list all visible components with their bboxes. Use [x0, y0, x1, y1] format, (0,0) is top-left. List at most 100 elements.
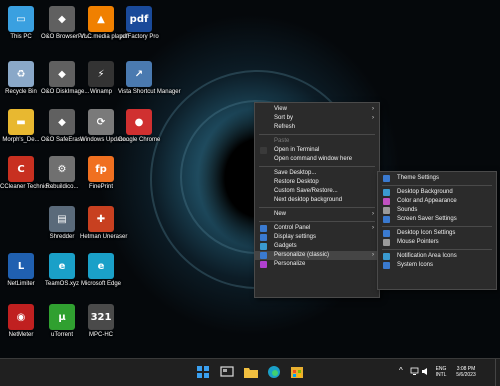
menu-item-display-settings[interactable]: Display settings: [255, 233, 379, 242]
submenu-item-notification-icons[interactable]: Notification Area Icons: [378, 252, 496, 261]
clock-date: 5/6/2023: [456, 372, 476, 378]
desktop-icon-label: This PC: [10, 34, 32, 40]
desktop-icon[interactable]: µ uTorrent: [41, 304, 83, 339]
desktop-icon[interactable]: ⚙ Rebuildico...: [41, 156, 83, 191]
desktop-icon[interactable]: C CCleaner Technici...: [0, 156, 54, 191]
submenu-item-label: Sounds: [397, 207, 418, 213]
file-explorer-icon[interactable]: [243, 364, 259, 380]
tray-chevron-icon[interactable]: ^: [399, 367, 403, 375]
desktop-icon[interactable]: ▭ This PC: [0, 6, 42, 41]
desktop-icon[interactable]: ◉ NetMeter: [0, 304, 42, 339]
hetman-icon: ✚: [88, 206, 114, 232]
show-desktop-button[interactable]: [495, 359, 500, 386]
desktop-icon[interactable]: ● Google Chrome: [118, 109, 160, 144]
windows-update-icon: ⟳: [88, 109, 114, 135]
submenu-item-system-icons[interactable]: System Icons: [378, 261, 496, 270]
menu-separator: [382, 226, 492, 227]
edge-icon: e: [88, 253, 114, 279]
menu-separator: [259, 166, 375, 167]
menu-item-control-panel[interactable]: Control Panel ›: [255, 224, 379, 233]
submenu-item-sounds[interactable]: Sounds: [378, 206, 496, 215]
language-indicator[interactable]: ENG INTL: [433, 366, 449, 378]
menu-item-label: Next desktop background: [274, 197, 343, 203]
desktop-icon[interactable]: fp FinePrint: [80, 156, 122, 191]
oo-diskimage-icon: ◆: [49, 61, 75, 87]
menu-item-restore-desktop[interactable]: Restore Desktop: [255, 178, 379, 187]
netmeter-icon: ◉: [8, 304, 34, 330]
desktop-icon-label: NetMeter: [8, 332, 34, 338]
menu-separator: [382, 185, 492, 186]
network-icon[interactable]: [410, 367, 419, 378]
submenu-item-label: Desktop Icon Settings: [397, 230, 456, 236]
store-icon[interactable]: [289, 364, 305, 380]
desktop-icon-label: Vista Shortcut Manager: [118, 89, 181, 95]
clock[interactable]: 3:08 PM 5/6/2023: [452, 366, 480, 378]
brush-icon: [260, 261, 267, 268]
submenu-item-label: Mouse Pointers: [397, 239, 439, 245]
this-pc-icon: ▭: [8, 6, 34, 32]
search-icon[interactable]: [219, 364, 235, 380]
submenu-item-screen-saver[interactable]: Screen Saver Settings: [378, 215, 496, 224]
menu-item-view[interactable]: View ›: [255, 105, 379, 114]
desktop-icon-label: CCleaner Technici...: [0, 184, 54, 190]
desktop-icon[interactable]: pdf pdfFactory Pro: [118, 6, 160, 41]
menu-item-new[interactable]: New ›: [255, 210, 379, 219]
desktop[interactable]: ▭ This PC ◆ O&O BrowserPriv... ▲ VLC media pl…: [0, 0, 500, 358]
menu-item-paste[interactable]: Paste: [255, 137, 379, 146]
desktop-icon[interactable]: ⟳ Windows Update...: [80, 109, 130, 144]
desktop-icon-label: NetLimiter: [7, 281, 35, 287]
desktop-icon[interactable]: ▬ Morph's_De...: [0, 109, 42, 144]
menu-item-label: Gadgets: [274, 243, 297, 249]
desktop-icon[interactable]: ▤ Shredder: [41, 206, 83, 241]
terminal-icon: [260, 147, 267, 154]
desktop-icon[interactable]: 321 MPC-HC: [80, 304, 122, 339]
desktop-icon[interactable]: ▲ VLC media player: [80, 6, 128, 41]
personalize-submenu: Theme Settings Desktop Background Color an…: [377, 171, 497, 290]
menu-item-label: Save Desktop...: [274, 170, 317, 176]
edge-icon: e: [49, 253, 75, 279]
submenu-item-theme-settings[interactable]: Theme Settings: [378, 174, 496, 183]
notification-icon: [383, 253, 390, 260]
desktop-icon[interactable]: L NetLimiter: [0, 253, 42, 288]
volume-icon[interactable]: [421, 367, 430, 378]
menu-item-label: View: [274, 106, 287, 112]
submenu-item-desktop-icons[interactable]: Desktop Icon Settings: [378, 229, 496, 238]
desktop-icon[interactable]: ↗ Vista Shortcut Manager: [118, 61, 181, 96]
desktop-icon[interactable]: ✚ Hetman Uneraser: [80, 206, 127, 241]
menu-item-open-terminal[interactable]: Open in Terminal: [255, 146, 379, 155]
desktop-icon-label: Winamp: [89, 89, 112, 95]
menu-item-gadgets[interactable]: Gadgets: [255, 242, 379, 251]
desktop-icon[interactable]: ◆ O&O SafeErase: [41, 109, 85, 144]
edge-icon[interactable]: [266, 364, 282, 380]
start-icon[interactable]: [195, 364, 211, 380]
desktop-icon[interactable]: ♻ Recycle Bin: [0, 61, 42, 96]
desktop-icon[interactable]: e Microsoft Edge: [80, 253, 122, 288]
menu-item-sort-by[interactable]: Sort by ›: [255, 114, 379, 123]
submenu-item-label: Color and Appearance: [397, 198, 457, 204]
control-panel-icon: [260, 225, 267, 232]
menu-item-next-background[interactable]: Next desktop background: [255, 196, 379, 205]
netlimiter-icon: L: [8, 253, 34, 279]
submenu-item-desktop-background[interactable]: Desktop Background: [378, 188, 496, 197]
submenu-item-mouse-pointers[interactable]: Mouse Pointers: [378, 238, 496, 247]
menu-item-refresh[interactable]: Refresh: [255, 123, 379, 132]
menu-item-personalize[interactable]: Personalize: [255, 260, 379, 269]
menu-item-custom-save[interactable]: Custom Save/Restore...: [255, 187, 379, 196]
submenu-item-color-appearance[interactable]: Color and Appearance: [378, 197, 496, 206]
menu-item-label: New: [274, 211, 287, 217]
fineprint-icon: fp: [88, 156, 114, 182]
menu-item-label: Sort by: [274, 115, 294, 121]
background-icon: [383, 189, 390, 196]
desktop-icon[interactable]: ◆ O&O BrowserPriv...: [41, 6, 93, 41]
chrome-icon: ●: [126, 109, 152, 135]
menu-item-open-command[interactable]: Open command window here: [255, 155, 379, 164]
desktop-icon[interactable]: ⚡ Winamp: [80, 61, 122, 96]
desktop-icon[interactable]: ◆ O&O DiskImage...: [41, 61, 89, 96]
menu-item-label: Control Panel: [274, 225, 311, 231]
desktop-icon[interactable]: e TeamOS.xyz: [41, 253, 83, 288]
menu-item-personalize-classic[interactable]: Personalize (classic) ›: [255, 251, 379, 260]
menu-item-save-desktop[interactable]: Save Desktop...: [255, 169, 379, 178]
submenu-item-label: Theme Settings: [397, 175, 440, 181]
desktop-icon-label: O&O SafeErase: [41, 137, 85, 143]
desktop-icon-label: MPC-HC: [89, 332, 113, 338]
